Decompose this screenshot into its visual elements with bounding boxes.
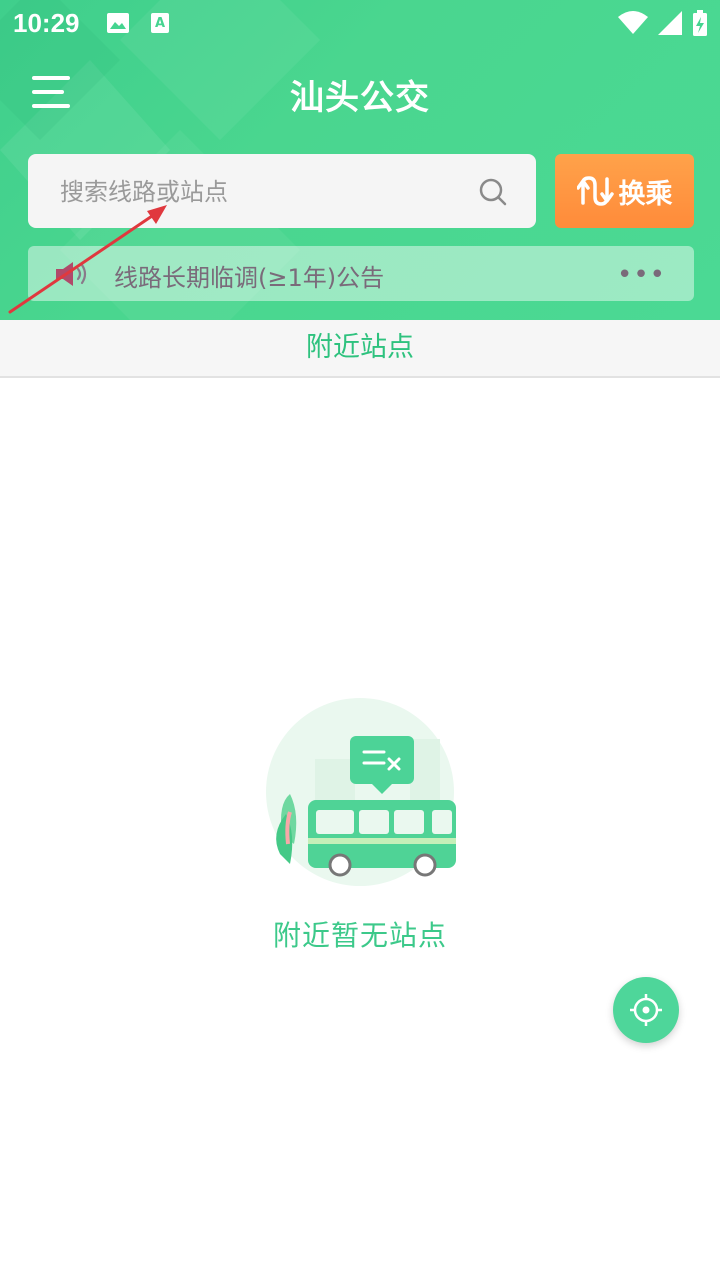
tab-nearby-stations[interactable]: 附近站点: [0, 320, 720, 378]
locate-crosshair-icon: [630, 994, 662, 1026]
search-icon[interactable]: [478, 177, 508, 207]
more-icon[interactable]: •••: [617, 260, 666, 290]
bus-illustration: [266, 698, 456, 886]
svg-text:A: A: [155, 16, 165, 31]
status-time: 10:29: [13, 8, 80, 38]
signal-icon: [658, 11, 682, 35]
transfer-label: 换乘: [618, 178, 673, 210]
speaker-icon: [56, 262, 87, 286]
empty-state-text: 附近暂无站点: [272, 919, 447, 952]
app-title: 汕头公交: [290, 78, 430, 118]
image-icon: [107, 13, 129, 33]
wifi-icon: [618, 11, 648, 34]
locate-button[interactable]: [613, 977, 679, 1043]
status-bar: 10:29 A: [0, 0, 720, 50]
a-notification-icon: A: [151, 13, 169, 33]
notice-bar[interactable]: 线路长期临调(≥1年)公告 •••: [28, 246, 694, 301]
notice-text: 线路长期临调(≥1年)公告: [114, 264, 385, 292]
battery-charging-icon: [693, 10, 707, 36]
search-input[interactable]: [58, 154, 462, 230]
transfer-button[interactable]: 换乘: [555, 154, 694, 228]
search-box[interactable]: [28, 154, 536, 230]
transfer-arrows-icon: [576, 176, 614, 206]
